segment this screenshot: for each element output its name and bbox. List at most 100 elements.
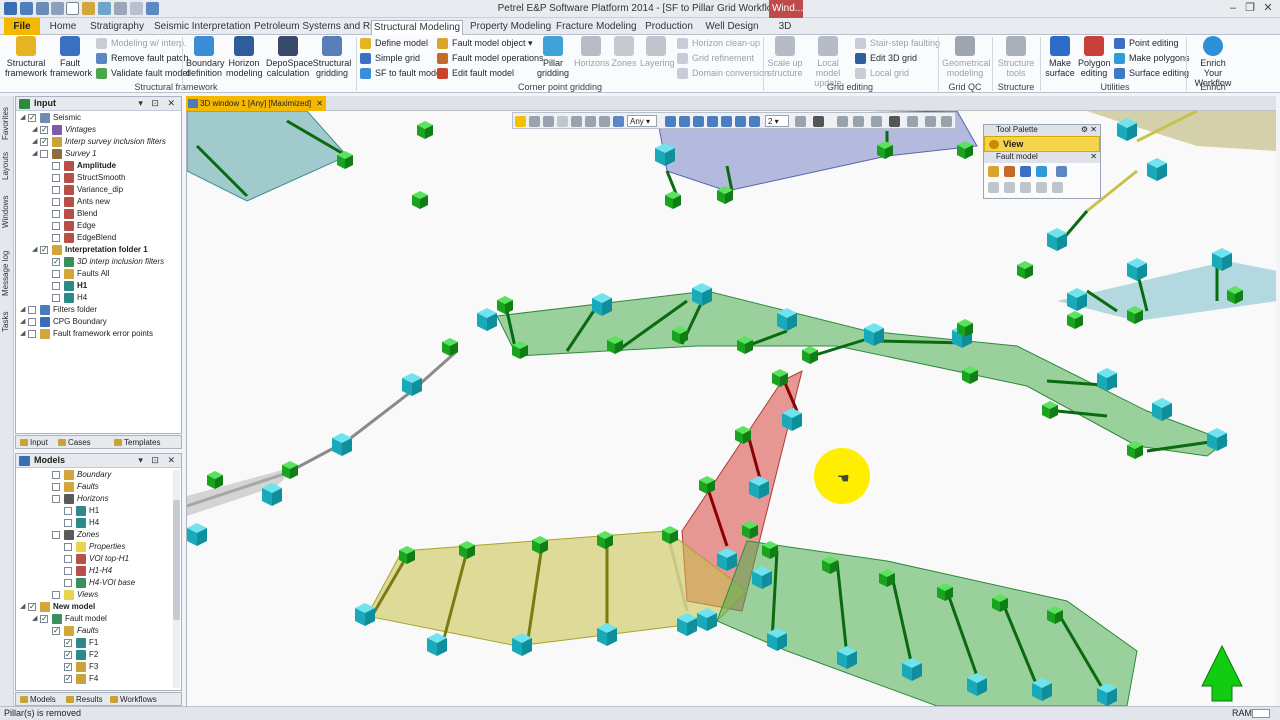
tab-workflows[interactable]: Workflows: [108, 693, 157, 706]
visibility-checkbox[interactable]: [64, 507, 72, 515]
wrench-icon[interactable]: [613, 116, 624, 127]
pillar-node[interactable]: [412, 191, 428, 209]
section-close-icon[interactable]: ✕: [1090, 152, 1097, 161]
background-icon[interactable]: [813, 116, 824, 127]
visibility-checkbox[interactable]: [52, 222, 60, 230]
validate-fault-model-button[interactable]: Validate fault model: [96, 67, 189, 80]
tree-item[interactable]: StructSmooth: [16, 172, 176, 184]
horizon-modeling-button[interactable]: Horizon modeling: [226, 36, 263, 80]
visibility-checkbox[interactable]: [52, 483, 60, 491]
visibility-checkbox[interactable]: [64, 555, 72, 563]
tab-production[interactable]: Production: [644, 20, 694, 35]
tree-item[interactable]: Ants new: [16, 196, 176, 208]
tree-item[interactable]: ◢ Interp survey inclusion filters: [16, 136, 176, 148]
tab-models[interactable]: Models: [18, 693, 56, 706]
visibility-checkbox[interactable]: [40, 244, 48, 256]
close-tab-icon[interactable]: ✕: [316, 96, 323, 111]
domain-select[interactable]: Any ▾: [627, 115, 657, 127]
visibility-checkbox[interactable]: [40, 124, 48, 136]
pillar-settings-icon[interactable]: [1056, 166, 1067, 177]
visibility-checkbox[interactable]: [52, 531, 60, 539]
tree-item[interactable]: Properties: [16, 541, 176, 553]
simple-grid-button[interactable]: Simple grid: [360, 52, 420, 65]
models-scrollbar[interactable]: [173, 470, 180, 688]
visibility-checkbox[interactable]: [52, 270, 60, 278]
tab-3d[interactable]: 3D: [772, 20, 798, 35]
remove-fault-patch-button[interactable]: Remove fault patch: [96, 52, 189, 65]
pillar-node[interactable]: [1042, 401, 1058, 419]
pillar-node[interactable]: [802, 346, 818, 364]
tab-input[interactable]: Input: [18, 436, 48, 449]
pillar-node[interactable]: [1067, 311, 1083, 329]
pin-icon[interactable]: [925, 116, 936, 127]
expand-toggle-icon[interactable]: ◢: [32, 124, 37, 136]
horizons-button[interactable]: Horizons: [574, 36, 610, 80]
visibility-checkbox[interactable]: [28, 601, 36, 613]
stair-step-faulting-button[interactable]: Stair-step faulting: [855, 37, 940, 50]
visibility-checkbox[interactable]: [64, 637, 72, 649]
visibility-checkbox[interactable]: [52, 186, 60, 194]
edit-pillar-icon[interactable]: [1020, 166, 1031, 177]
expand-toggle-icon[interactable]: ◢: [20, 316, 25, 328]
modeling-with-interp-button[interactable]: Modeling w/ interp.: [96, 37, 187, 50]
zoom-icon[interactable]: [707, 116, 718, 127]
visibility-checkbox[interactable]: [52, 625, 60, 637]
tree-item[interactable]: Edge: [16, 220, 176, 232]
tree-item[interactable]: Blend: [16, 208, 176, 220]
depospace-calculation-button[interactable]: DepoSpace calculation: [266, 36, 313, 80]
expand-toggle-icon[interactable]: ◢: [20, 328, 25, 340]
visibility-checkbox[interactable]: [52, 210, 60, 218]
expand-toggle-icon[interactable]: ◢: [20, 112, 25, 124]
tree-item[interactable]: H1-H4: [16, 565, 176, 577]
plane-icon[interactable]: [571, 116, 582, 127]
visibility-checkbox[interactable]: [64, 579, 72, 587]
panel-controls[interactable]: ▾ ⊡ ✕: [138, 98, 178, 109]
enrich-workflow-button[interactable]: Enrich Your Workflow: [1190, 36, 1236, 88]
fault-surface-teal[interactable]: [187, 111, 348, 202]
tree-item[interactable]: VOI top-H1: [16, 553, 176, 565]
home-view-icon[interactable]: [665, 116, 676, 127]
auto-legend-icon[interactable]: [837, 116, 848, 127]
move-pillar-icon[interactable]: [988, 182, 999, 193]
structural-framework-button[interactable]: Structural framework: [4, 36, 48, 80]
tree-item[interactable]: H4: [16, 292, 176, 304]
pillar-shape-icon[interactable]: [1036, 166, 1047, 177]
visibility-checkbox[interactable]: [28, 318, 36, 326]
horizon-clean-up-button[interactable]: Horizon clean-up: [677, 37, 760, 50]
tree-item[interactable]: F2: [16, 649, 176, 661]
ruler-icon[interactable]: [557, 116, 568, 127]
side-tab-tasks[interactable]: Tasks: [1, 308, 13, 336]
edit-fault-model-button[interactable]: Edit fault model: [437, 67, 514, 80]
pillar-node[interactable]: [402, 373, 422, 396]
add-pillar-icon[interactable]: [988, 166, 999, 177]
scale-icon[interactable]: [871, 116, 882, 127]
measure-icon[interactable]: [543, 116, 554, 127]
expand-toggle-icon[interactable]: ◢: [20, 304, 25, 316]
pillar-node[interactable]: [332, 433, 352, 456]
3d-viewport[interactable]: ☚: [186, 111, 1276, 706]
tab-fracture-modeling[interactable]: Fracture Modeling: [556, 20, 637, 35]
light-icon[interactable]: [795, 116, 806, 127]
tab-stratigraphy[interactable]: Stratigraphy: [88, 20, 146, 35]
visibility-checkbox[interactable]: [64, 649, 72, 661]
tree-item[interactable]: F3: [16, 661, 176, 673]
zones-button[interactable]: Zones: [610, 36, 638, 80]
maximize-icon[interactable]: ❐: [1243, 2, 1257, 15]
tab-3d-window[interactable]: 3D window 1 [Any] [Maximized] ✕: [186, 96, 326, 111]
tab-file[interactable]: File: [4, 18, 40, 35]
tree-item[interactable]: Amplitude: [16, 160, 176, 172]
pillar-node[interactable]: [497, 296, 513, 314]
tree-item[interactable]: ◢ Survey 1: [16, 148, 176, 160]
visibility-checkbox[interactable]: [64, 543, 72, 551]
expand-toggle-icon[interactable]: ◢: [32, 613, 37, 625]
tree-item[interactable]: ◢ Fault framework error points: [16, 328, 176, 340]
domain-conversion-button[interactable]: Domain conversion: [677, 67, 769, 80]
local-grid-button[interactable]: Local grid: [855, 67, 909, 80]
surface-editing-button[interactable]: Surface editing: [1114, 67, 1189, 80]
tree-item[interactable]: Views: [16, 589, 176, 601]
tree-item[interactable]: ◢ CPG Boundary: [16, 316, 176, 328]
tab-home[interactable]: Home: [44, 20, 82, 35]
visibility-checkbox[interactable]: [52, 591, 60, 599]
boundary-definition-button[interactable]: Boundary definition: [186, 36, 225, 80]
tree-item[interactable]: Faults: [16, 625, 176, 637]
